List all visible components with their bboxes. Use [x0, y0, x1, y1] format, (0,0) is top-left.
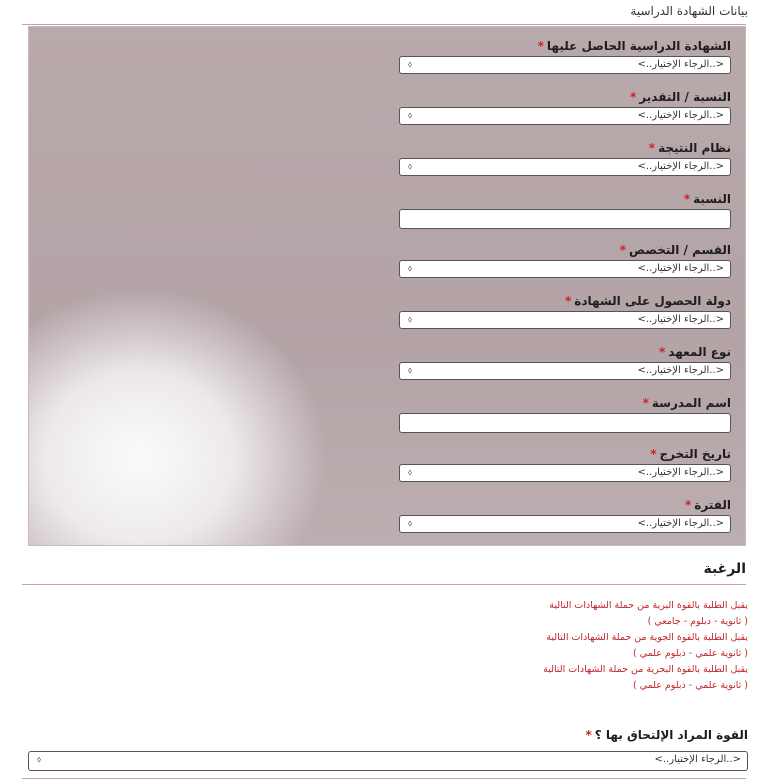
select-value: <..الرجاء الإختيار..>	[637, 365, 725, 376]
certificate-form-panel: الشهادة الدراسية الحاصل عليها* <..الرجاء…	[28, 26, 746, 546]
select-value: <..الرجاء الإختيار..>	[637, 110, 725, 121]
field-certificate-country: دولة الحصول على الشهادة* <..الرجاء الإخت…	[399, 292, 731, 329]
select-value: <..الرجاء الإختيار..>	[637, 161, 725, 172]
field-result-system: نظام النتيجة* <..الرجاء الإختيار..> ⬨	[399, 139, 731, 176]
field-label: اسم المدرسة*	[642, 396, 731, 410]
chevron-updown-icon: ⬨	[408, 366, 413, 376]
note-line: ( ثانوية علمي - دبلوم علمي )	[632, 680, 748, 691]
field-label: الشهادة الدراسية الحاصل عليها*	[537, 39, 731, 53]
required-marker: *	[642, 396, 649, 410]
select-value: <..الرجاء الإختيار..>	[637, 263, 725, 274]
field-label: نوع المعهد*	[659, 345, 731, 359]
certificate-obtained-select[interactable]: <..الرجاء الإختيار..> ⬨	[399, 56, 731, 74]
required-marker: *	[648, 141, 656, 155]
field-label: دولة الحصول على الشهادة*	[565, 294, 731, 308]
select-value: <..الرجاء الإختيار..>	[637, 467, 725, 478]
select-value: <..الرجاء الإختيار..>	[637, 59, 725, 70]
page: بيانات الشهادة الدراسية الشهادة الدراسية…	[0, 0, 768, 783]
required-marker: *	[683, 192, 691, 206]
chevron-updown-icon: ⬨	[408, 111, 413, 121]
percentage-input[interactable]	[399, 209, 731, 229]
field-label: القسم / التخصص*	[619, 243, 731, 257]
force-select[interactable]: <..الرجاء الإختيار..> ⬨	[28, 751, 748, 771]
required-marker: *	[650, 447, 657, 461]
field-label: تاريخ التخرج*	[650, 447, 731, 461]
field-percentage-grade: النسبة / التقدير* <..الرجاء الإختيار..> …	[399, 88, 731, 125]
note-line: ( ثانوية علمي - دبلوم علمي )	[632, 648, 748, 659]
section-divider	[22, 778, 746, 779]
percentage-grade-select[interactable]: <..الرجاء الإختيار..> ⬨	[399, 107, 731, 125]
chevron-updown-icon: ⬨	[408, 60, 413, 70]
desire-section-title: الرغبة	[703, 561, 746, 577]
chevron-updown-icon: ⬨	[37, 755, 42, 765]
required-marker: *	[685, 498, 692, 512]
field-graduation-date: تاريخ التخرج* <..الرجاء الإختيار..> ⬨	[399, 445, 731, 482]
field-period: الفترة* <..الرجاء الإختيار..> ⬨	[399, 496, 731, 533]
required-marker: *	[537, 39, 544, 53]
required-marker: *	[565, 294, 572, 308]
period-select[interactable]: <..الرجاء الإختيار..> ⬨	[399, 515, 731, 533]
certificate-country-select[interactable]: <..الرجاء الإختيار..> ⬨	[399, 311, 731, 329]
note-line: ( ثانوية - دبلوم - جامعي )	[647, 616, 748, 627]
note-line: يقبل الطلبة بالقوة البحرية من حملة الشها…	[543, 664, 748, 675]
section-divider	[22, 24, 746, 25]
result-system-select[interactable]: <..الرجاء الإختيار..> ⬨	[399, 158, 731, 176]
force-field-label: القوة المراد الإلتحاق بها ؟*	[585, 728, 749, 742]
field-school-name: اسم المدرسة*	[399, 394, 731, 433]
required-marker: *	[659, 345, 666, 359]
field-percentage: النسبة*	[399, 190, 731, 229]
required-marker: *	[630, 90, 637, 104]
department-major-select[interactable]: <..الرجاء الإختيار..> ⬨	[399, 260, 731, 278]
field-department-major: القسم / التخصص* <..الرجاء الإختيار..> ⬨	[399, 241, 731, 278]
section-divider	[22, 584, 746, 585]
certificate-section-title: بيانات الشهادة الدراسية	[630, 4, 748, 18]
graduation-date-select[interactable]: <..الرجاء الإختيار..> ⬨	[399, 464, 731, 482]
required-marker: *	[585, 728, 592, 742]
select-value: <..الرجاء الإختيار..>	[637, 314, 725, 325]
school-name-input[interactable]	[399, 413, 731, 433]
field-institute-type: نوع المعهد* <..الرجاء الإختيار..> ⬨	[399, 343, 731, 380]
field-label: الفترة*	[685, 498, 731, 512]
chevron-updown-icon: ⬨	[408, 519, 413, 529]
select-value: <..الرجاء الإختيار..>	[637, 518, 725, 529]
field-certificate-obtained: الشهادة الدراسية الحاصل عليها* <..الرجاء…	[399, 37, 731, 74]
panel-highlight	[29, 287, 329, 545]
chevron-updown-icon: ⬨	[408, 264, 413, 274]
field-label: النسبة*	[683, 192, 731, 206]
field-label: نظام النتيجة*	[648, 141, 731, 155]
select-value: <..الرجاء الإختيار..>	[654, 754, 742, 765]
chevron-updown-icon: ⬨	[408, 315, 413, 325]
chevron-updown-icon: ⬨	[408, 162, 413, 172]
field-label: النسبة / التقدير*	[630, 90, 731, 104]
institute-type-select[interactable]: <..الرجاء الإختيار..> ⬨	[399, 362, 731, 380]
required-marker: *	[619, 243, 627, 257]
note-line: يقبل الطلبة بالقوة البرية من حملة الشهاد…	[549, 600, 748, 611]
eligibility-notes: يقبل الطلبة بالقوة البرية من حملة الشهاد…	[448, 598, 748, 694]
chevron-updown-icon: ⬨	[408, 468, 413, 478]
note-line: يقبل الطلبة بالقوة الجوية من حملة الشهاد…	[546, 632, 748, 643]
